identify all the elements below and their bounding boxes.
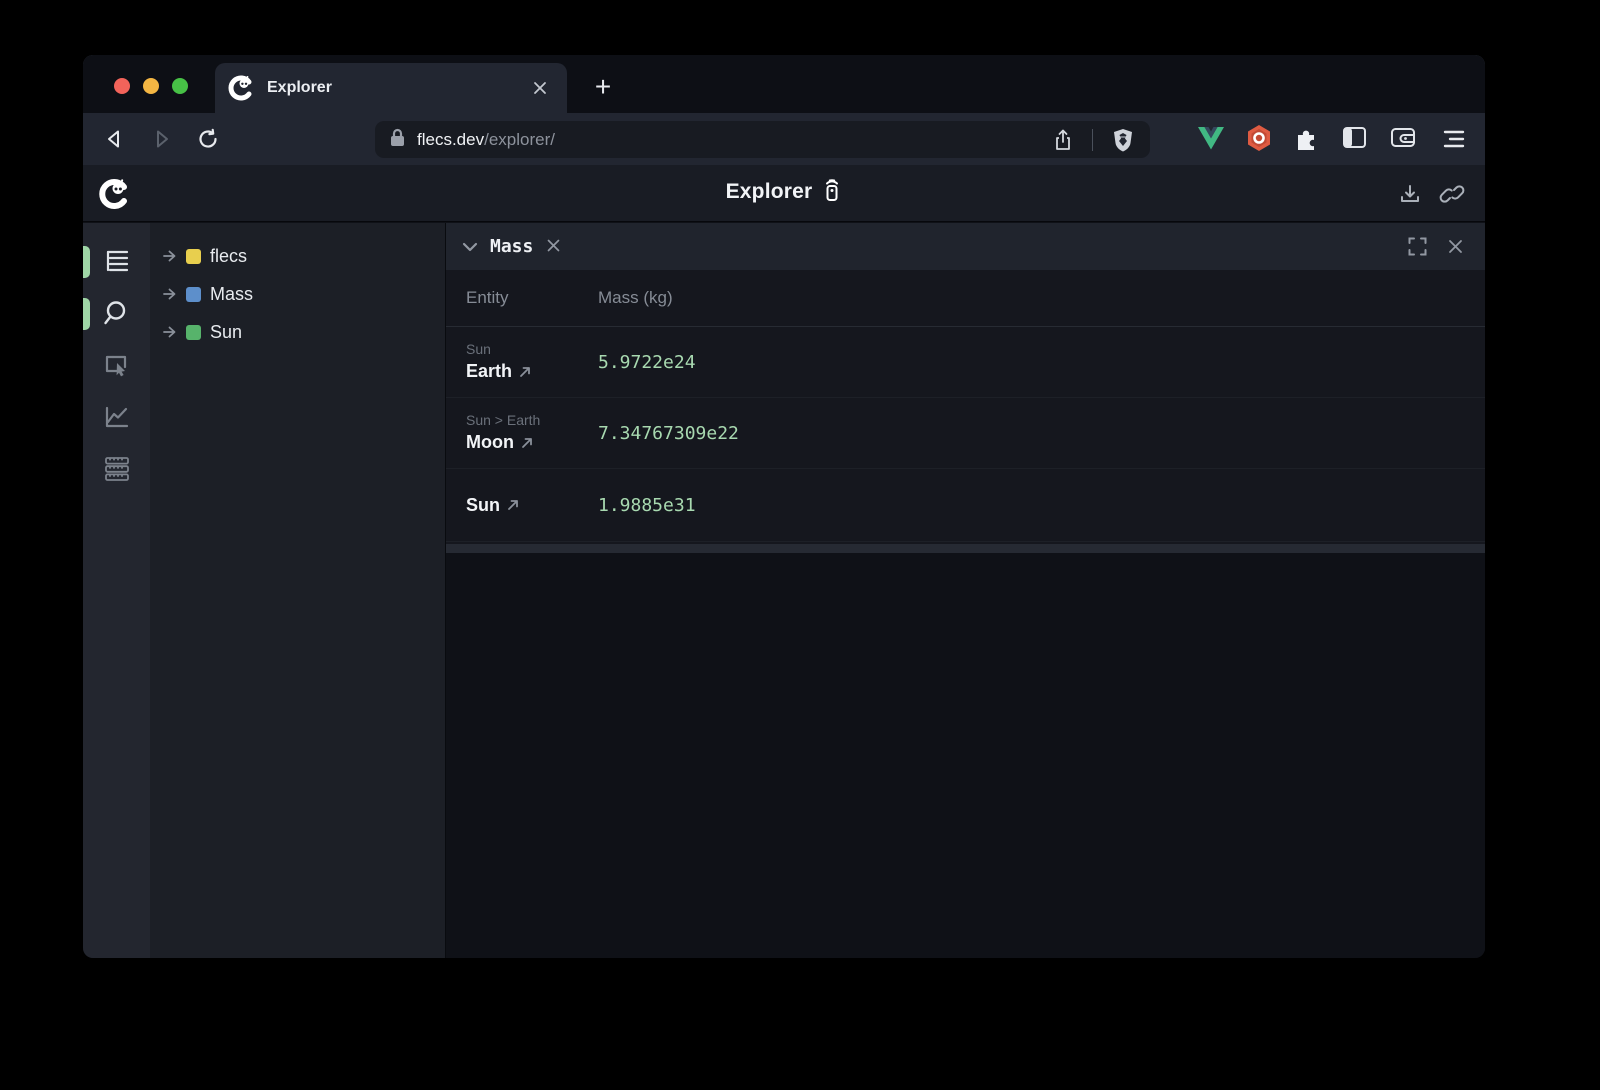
panel-resize-handle[interactable] — [446, 544, 1485, 553]
flecs-favicon-icon — [229, 75, 255, 101]
tree-item-mass[interactable]: Mass — [150, 275, 445, 313]
new-tab-button[interactable]: + — [583, 67, 623, 107]
icon-rail — [83, 223, 150, 958]
page-title: Explorer — [83, 178, 1485, 208]
mass-value: 1.9885e31 — [598, 495, 696, 516]
fullscreen-icon[interactable] — [1403, 233, 1431, 261]
main-canvas: Mass Entity Mass — [445, 223, 1485, 958]
expander-arrow-icon[interactable] — [162, 326, 182, 338]
entity-parent-path: Sun > Earth — [466, 411, 598, 430]
tree-item-flecs[interactable]: flecs — [150, 237, 445, 275]
search-panel-icon[interactable] — [83, 287, 150, 339]
traffic-lights — [114, 78, 188, 94]
expander-arrow-icon[interactable] — [162, 250, 182, 262]
entity-link[interactable]: Earth — [466, 359, 598, 384]
entity-cell: Sun Earth — [466, 340, 598, 384]
chevron-down-icon[interactable] — [462, 242, 478, 252]
url-path: /explorer/ — [484, 130, 555, 149]
extensions-puzzle-icon[interactable] — [1291, 122, 1322, 153]
download-icon[interactable] — [1397, 181, 1423, 207]
hexagon-extension-icon[interactable] — [1243, 122, 1274, 153]
extension-icons — [1195, 122, 1418, 153]
entity-cell: Sun > Earth Moon — [466, 411, 598, 455]
browser-window: Explorer + — [83, 55, 1485, 958]
entity-color-swatch — [186, 287, 201, 302]
reload-icon[interactable] — [191, 122, 225, 156]
back-icon[interactable] — [97, 122, 131, 156]
forward-icon[interactable] — [145, 122, 179, 156]
remote-connection-icon[interactable] — [822, 178, 842, 208]
external-link-icon — [507, 499, 519, 511]
active-panel-indicator — [83, 246, 90, 278]
app-body: flecs Mass Sun — [83, 223, 1485, 958]
tree-item-label: Mass — [210, 284, 253, 305]
expander-arrow-icon[interactable] — [162, 288, 182, 300]
query-tab-label[interactable]: Mass — [490, 236, 533, 257]
entity-parent-path: Sun — [466, 340, 598, 359]
external-link-icon — [521, 437, 533, 449]
mass-value: 7.34767309e22 — [598, 423, 739, 444]
link-icon[interactable] — [1439, 181, 1465, 207]
browser-tab-explorer[interactable]: Explorer — [215, 63, 567, 113]
tree-panel-icon[interactable] — [83, 235, 150, 287]
column-header-value[interactable]: Mass (kg) — [598, 288, 673, 308]
tab-title: Explorer — [267, 79, 527, 97]
tree-item-sun[interactable]: Sun — [150, 313, 445, 351]
query-tab-close-icon[interactable] — [543, 236, 564, 258]
stats-panel-icon[interactable] — [83, 443, 150, 495]
brave-shield-icon[interactable] — [1107, 124, 1138, 155]
table-row: Sun Earth 5.9722e24 — [446, 327, 1485, 398]
entity-tree-panel: flecs Mass Sun — [150, 223, 445, 958]
tab-bar: Explorer + — [83, 55, 1485, 113]
table-header-row: Entity Mass (kg) — [446, 270, 1485, 327]
entity-color-swatch — [186, 249, 201, 264]
explorer-header: Explorer — [83, 165, 1485, 222]
entity-link[interactable]: Moon — [466, 430, 598, 455]
vue-devtools-icon[interactable] — [1195, 122, 1226, 153]
table-row: Sun 1.9885e31 — [446, 469, 1485, 542]
address-bar-divider — [1092, 129, 1093, 151]
tree-item-label: flecs — [210, 246, 247, 267]
lock-icon[interactable] — [389, 128, 406, 152]
navigation-bar: flecs.dev/explorer/ — [83, 113, 1485, 165]
mass-value: 5.9722e24 — [598, 352, 696, 373]
column-header-entity[interactable]: Entity — [466, 288, 598, 308]
url-text: flecs.dev/explorer/ — [417, 130, 555, 150]
table-row: Sun > Earth Moon 7.34767309e22 — [446, 398, 1485, 469]
menu-icon[interactable] — [1437, 122, 1471, 156]
query-panel-header: Mass — [446, 223, 1485, 270]
chart-panel-icon[interactable] — [83, 391, 150, 443]
tab-close-icon[interactable] — [527, 75, 553, 101]
zoom-window-button[interactable] — [172, 78, 188, 94]
url-domain: flecs.dev — [417, 130, 484, 149]
header-actions — [1397, 165, 1465, 222]
entity-link[interactable]: Sun — [466, 493, 598, 518]
close-window-button[interactable] — [114, 78, 130, 94]
minimize-window-button[interactable] — [143, 78, 159, 94]
external-link-icon — [519, 366, 531, 378]
panel-close-icon[interactable] — [1441, 233, 1469, 261]
address-bar[interactable]: flecs.dev/explorer/ — [375, 121, 1150, 158]
entity-color-swatch — [186, 325, 201, 340]
sidebar-toggle-icon[interactable] — [1339, 122, 1370, 153]
entity-cell: Sun — [466, 493, 598, 518]
tree-item-label: Sun — [210, 322, 242, 343]
active-panel-indicator — [83, 298, 90, 330]
share-icon[interactable] — [1047, 124, 1078, 155]
wallet-icon[interactable] — [1387, 122, 1418, 153]
inspector-panel-icon[interactable] — [83, 339, 150, 391]
query-panel: Mass Entity Mass — [446, 223, 1485, 553]
